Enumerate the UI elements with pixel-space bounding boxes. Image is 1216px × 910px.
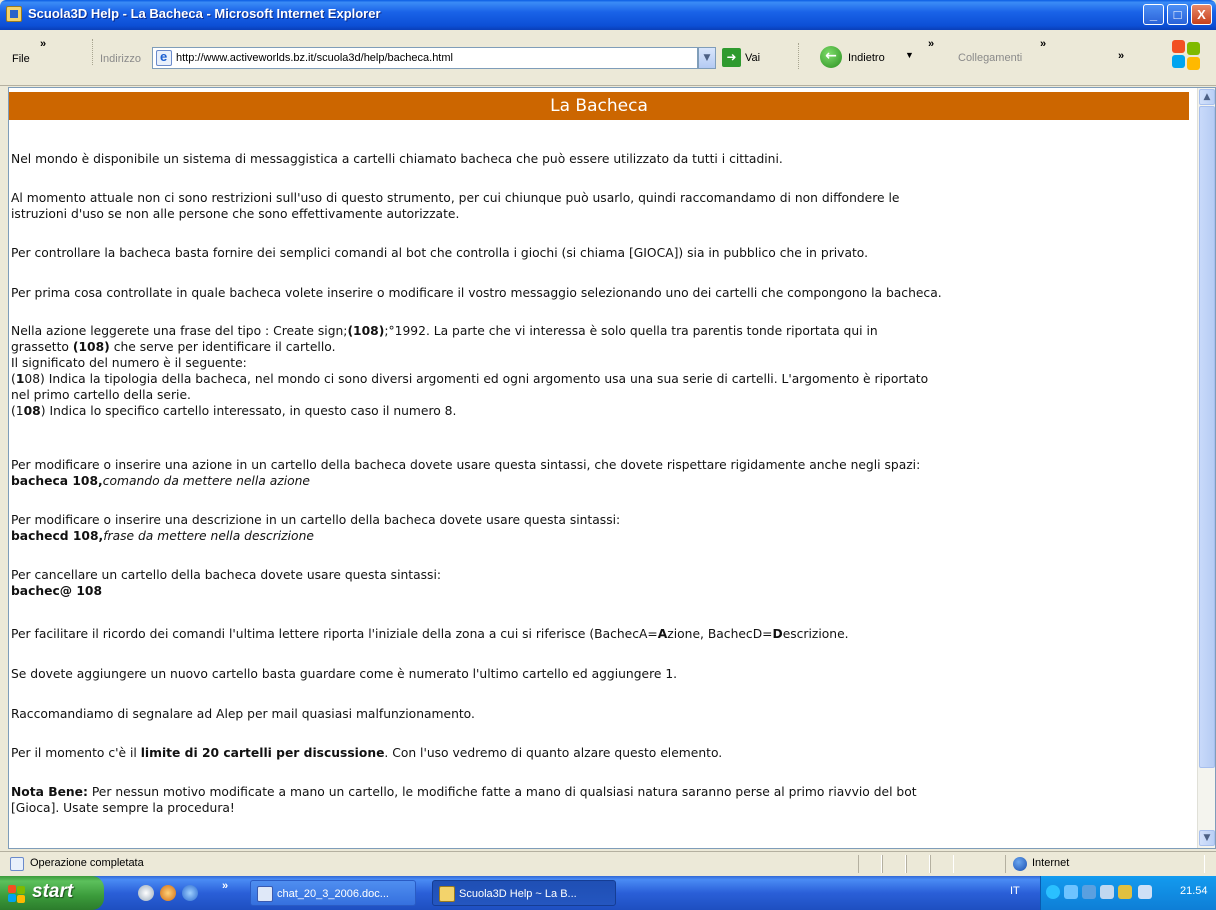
paragraph: Per modificare o inserire una azione in …	[11, 457, 1191, 489]
taskbar-item-label: Scuola3D Help ~ La B...	[459, 888, 577, 900]
quicklaunch-messenger-icon[interactable]	[138, 885, 154, 901]
links-label[interactable]: Collegamenti	[958, 52, 1022, 64]
paragraph: Nel mondo è disponibile un sistema di me…	[11, 152, 783, 166]
start-button[interactable]: start	[0, 876, 104, 910]
back-dropdown-icon[interactable]: ▼	[905, 50, 914, 60]
vertical-scrollbar[interactable]: ▲ ▼	[1197, 88, 1215, 848]
status-pane	[882, 855, 906, 873]
toolbar-separator	[92, 39, 95, 65]
scrollbar-thumb[interactable]	[1199, 106, 1215, 768]
windows-logo-icon	[1172, 40, 1202, 70]
minimize-button[interactable]: _	[1143, 4, 1164, 25]
toolbar-chevron-icon[interactable]: »	[928, 38, 934, 50]
tray-monitor-icon[interactable]	[1138, 885, 1152, 899]
paragraph-line: Per modificare o inserire una azione in …	[11, 458, 921, 472]
paragraph: Nota Bene: Per nessun motivo modificate …	[11, 784, 1191, 816]
paragraph: Per controllare la bacheca basta fornire…	[11, 246, 869, 260]
paragraph: Al momento attuale non ci sono restrizio…	[11, 190, 1191, 222]
taskbar-item-word-doc[interactable]: chat_20_3_2006.doc...	[250, 880, 416, 906]
go-arrow-icon[interactable]: ➜	[722, 48, 741, 67]
address-dropdown-icon[interactable]: ▼	[698, 47, 716, 69]
windows-flag-icon	[8, 885, 26, 903]
status-pane	[858, 855, 882, 873]
title-bar[interactable]: Scuola3D Help - La Bacheca - Microsoft I…	[0, 0, 1216, 30]
tray-app-icon[interactable]	[1100, 885, 1114, 899]
quicklaunch-media-icon[interactable]	[160, 885, 176, 901]
paragraph-line: Per modificare o inserire una descrizion…	[11, 513, 621, 527]
address-label: Indirizzo	[100, 53, 141, 65]
paragraph: Per modificare o inserire una descrizion…	[11, 512, 1191, 544]
back-arrow-icon[interactable]: ←	[820, 46, 842, 68]
file-menu[interactable]: File	[12, 53, 30, 65]
menu-chevron-icon[interactable]: »	[40, 38, 46, 50]
paragraph: Per cancellare un cartello della bacheca…	[11, 567, 1191, 599]
paragraph-line: grassetto (108) che serve per identifica…	[11, 340, 336, 354]
status-pane	[930, 855, 954, 873]
language-indicator[interactable]: IT	[1010, 885, 1020, 897]
security-zone: Internet	[1032, 857, 1070, 869]
tray-shield-icon[interactable]	[1118, 885, 1132, 899]
toolbar-separator	[798, 43, 801, 69]
word-doc-icon	[257, 886, 273, 902]
more-chevron-icon[interactable]: »	[1118, 50, 1124, 62]
network-icon[interactable]	[1064, 885, 1078, 899]
browser-viewport: La Bacheca Nel mondo è disponibile un si…	[8, 87, 1216, 849]
paragraph-line: nel primo cartello della serie.	[11, 388, 191, 402]
ie-app-icon[interactable]	[6, 6, 22, 22]
command-syntax: bacheca 108,comando da mettere nella azi…	[11, 474, 310, 488]
paragraph: Per prima cosa controllate in quale bach…	[11, 286, 942, 300]
web-page: La Bacheca Nel mondo è disponibile un si…	[9, 88, 1197, 848]
command-syntax: bachecd 108,frase da mettere nella descr…	[11, 529, 314, 543]
paragraph-line: Nella azione leggerete una frase del tip…	[11, 324, 878, 338]
taskbar-item-ie[interactable]: Scuola3D Help ~ La B...	[432, 880, 616, 906]
paragraph: Nella azione leggerete una frase del tip…	[11, 323, 1191, 419]
back-button[interactable]: Indietro	[848, 52, 885, 64]
tray-app-icon[interactable]	[1082, 885, 1096, 899]
paragraph: Se dovete aggiungere un nuovo cartello b…	[11, 667, 678, 681]
tray-expand-icon[interactable]	[1046, 885, 1060, 899]
command-syntax: bachec@ 108	[11, 584, 103, 598]
window-title: Scuola3D Help - La Bacheca - Microsoft I…	[28, 6, 381, 21]
paragraph-line: [Gioca]. Usate sempre la procedura!	[11, 801, 235, 815]
paragraph: Per il momento c'è il limite di 20 carte…	[11, 746, 723, 760]
page-status-icon	[10, 857, 24, 871]
page-icon	[156, 49, 172, 66]
paragraph-line: Il significato del numero è il seguente:	[11, 356, 247, 370]
paragraph-line: Per cancellare un cartello della bacheca…	[11, 568, 442, 582]
go-button[interactable]: Vai	[745, 52, 760, 64]
clock[interactable]: 21.54	[1180, 885, 1208, 897]
paragraph-line: (108) Indica la tipologia della bacheca,…	[11, 372, 929, 386]
start-label: start	[32, 881, 74, 902]
scroll-down-icon[interactable]: ▼	[1199, 830, 1215, 846]
status-text: Operazione completata	[30, 857, 144, 869]
maximize-button[interactable]: □	[1167, 4, 1188, 25]
paragraph-line: Nota Bene: Per nessun motivo modificate …	[11, 785, 917, 799]
close-button[interactable]: X	[1191, 4, 1212, 25]
paragraph-line: istruzioni d'uso se non alle persone che…	[11, 207, 460, 221]
paragraph: Raccomandiamo di segnalare ad Alep per m…	[11, 707, 475, 721]
paragraph: Per facilitare il ricordo dei comandi l'…	[11, 627, 849, 641]
paragraph-line: Al momento attuale non ci sono restrizio…	[11, 191, 900, 205]
taskbar: start » chat_20_3_2006.doc... Scuola3D H…	[0, 876, 1216, 910]
address-input[interactable]: http://www.activeworlds.bz.it/scuola3d/h…	[176, 52, 453, 64]
ie-window-icon	[439, 886, 455, 902]
scroll-up-icon[interactable]: ▲	[1199, 89, 1215, 105]
quicklaunch-ie-icon[interactable]	[182, 885, 198, 901]
internet-globe-icon	[1013, 857, 1027, 871]
paragraph-line: (108) Indica lo specifico cartello inter…	[11, 404, 457, 418]
taskbar-item-label: chat_20_3_2006.doc...	[277, 888, 389, 900]
status-pane	[906, 855, 930, 873]
links-chevron-icon[interactable]: »	[1040, 38, 1046, 50]
status-bar: Operazione completata Internet	[0, 851, 1216, 875]
page-heading: La Bacheca	[9, 92, 1189, 120]
quicklaunch-more-icon[interactable]: »	[222, 880, 228, 892]
